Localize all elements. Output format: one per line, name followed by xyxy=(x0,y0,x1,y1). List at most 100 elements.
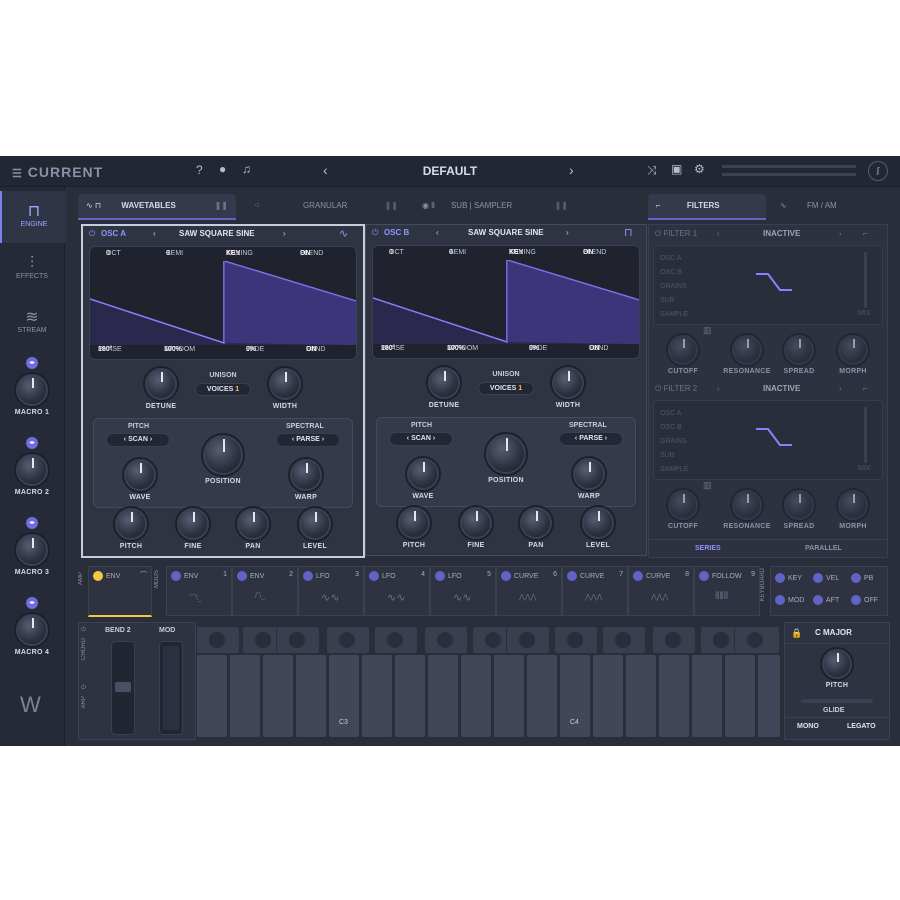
white-key[interactable] xyxy=(394,654,426,738)
mod-source-badge[interactable] xyxy=(303,571,313,581)
power-icon[interactable]: ⏻ xyxy=(81,627,91,634)
kb-source[interactable]: KEY xyxy=(788,575,802,582)
mod-slot-1[interactable]: ENV 1 ⌒\_ xyxy=(166,566,232,616)
pan-control[interactable]: PAN xyxy=(516,507,556,549)
fine-knob[interactable] xyxy=(177,508,209,540)
mod-slot-9[interactable]: FOLLOW 9 ⦀⦀⦀ xyxy=(694,566,760,616)
width-knob[interactable] xyxy=(552,367,584,399)
parse-selector[interactable]: ‹ PARSE › xyxy=(559,432,623,446)
tab-granular[interactable]: ⁘ GRANULAR ❚❚ xyxy=(246,194,406,218)
pitch-knob[interactable] xyxy=(398,507,430,539)
white-key[interactable] xyxy=(592,654,624,738)
mod-slot-8[interactable]: CURVE 8 ⋀⋀⋀ xyxy=(628,566,694,616)
spread-knob[interactable] xyxy=(784,335,814,365)
black-key[interactable] xyxy=(734,626,780,654)
mod-source-badge[interactable] xyxy=(237,571,247,581)
cutoff-knob[interactable] xyxy=(668,335,698,365)
white-key[interactable] xyxy=(295,654,327,738)
fine-control[interactable]: FINE xyxy=(173,508,213,550)
pitch-control[interactable]: PITCH xyxy=(394,507,434,549)
mod-source-badge[interactable] xyxy=(775,573,785,583)
black-key[interactable] xyxy=(554,626,598,654)
source-item[interactable]: OSC B xyxy=(660,266,688,280)
next-wavetable-button[interactable]: › xyxy=(566,225,569,241)
spread-control[interactable]: SPREAD xyxy=(779,335,819,375)
tuning-param[interactable]: TUNING KEY xyxy=(509,249,536,256)
power-icon[interactable]: ∫ xyxy=(868,161,888,181)
pitch-knob[interactable] xyxy=(115,508,147,540)
help-icon[interactable]: ? xyxy=(196,163,203,177)
mod-source-badge[interactable] xyxy=(567,571,577,581)
black-key[interactable] xyxy=(374,626,418,654)
gear-icon[interactable]: ⚙ xyxy=(694,162,705,176)
legato-button[interactable]: LEGATO xyxy=(847,723,876,730)
black-key[interactable] xyxy=(326,626,370,654)
pan-knob[interactable] xyxy=(237,508,269,540)
detune-knob[interactable] xyxy=(145,368,177,400)
mod-slot-4[interactable]: LFO 4 ∿∿ xyxy=(364,566,430,616)
white-key[interactable] xyxy=(724,654,756,738)
black-key[interactable] xyxy=(506,626,550,654)
wave-knob[interactable] xyxy=(407,458,439,490)
chord-toggle[interactable]: ⏻ CHORD xyxy=(81,627,91,687)
mod-slot-6[interactable]: CURVE 6 ⋀⋀⋀ xyxy=(496,566,562,616)
phase-param[interactable]: PHASE 180° xyxy=(98,346,122,353)
mod-source-badge[interactable] xyxy=(633,571,643,581)
warp-control[interactable]: WARP xyxy=(286,459,326,501)
tab-filters[interactable]: ⌐ FILTERS xyxy=(648,194,766,220)
power-icon[interactable]: ⏻ xyxy=(89,226,95,242)
macro-knob[interactable] xyxy=(16,454,48,486)
phase-param[interactable]: PHASE 180° xyxy=(381,345,405,352)
amp-env-slot[interactable]: ENV ⌒ xyxy=(88,566,152,617)
black-key[interactable] xyxy=(652,626,696,654)
wavetable-name[interactable]: SAW SQUARE SINE xyxy=(468,225,544,241)
piano-keyboard[interactable]: C3 C4 xyxy=(196,626,781,738)
black-key[interactable] xyxy=(424,626,468,654)
pitch-bend-wheel[interactable] xyxy=(111,641,135,735)
pitch-control[interactable]: PITCH xyxy=(111,508,151,550)
level-knob[interactable] xyxy=(299,508,331,540)
filter-1-display[interactable]: OSC A OSC B GRAINS SUB SAMPLE MIX xyxy=(653,245,883,325)
spread-knob[interactable] xyxy=(784,490,814,520)
pitch-control[interactable]: PITCH xyxy=(817,649,857,689)
link-icon[interactable]: ▥ xyxy=(703,480,712,491)
power-icon[interactable]: ⏻ xyxy=(655,229,661,238)
semi-param[interactable]: SEMI 0 xyxy=(449,249,466,256)
white-key[interactable] xyxy=(460,654,492,738)
detune-control[interactable]: DETUNE xyxy=(424,367,464,409)
morph-knob[interactable] xyxy=(838,335,868,365)
mod-slot-5[interactable]: LFO 5 ∿∿ xyxy=(430,566,496,616)
cutoff-control[interactable]: CUTOFF xyxy=(663,490,703,530)
source-item[interactable]: OSC A xyxy=(660,252,688,266)
white-key[interactable] xyxy=(196,654,228,738)
position-knob[interactable] xyxy=(203,435,243,475)
mod-source-badge[interactable] xyxy=(93,571,103,581)
resonance-knob[interactable] xyxy=(732,490,762,520)
random-param[interactable]: RANDOM 100% xyxy=(447,345,478,352)
wave-control[interactable]: WAVE xyxy=(403,458,443,500)
white-key-c4[interactable]: C4 xyxy=(559,654,591,738)
fine-knob[interactable] xyxy=(460,507,492,539)
kb-source[interactable]: AFT xyxy=(826,597,839,604)
macro-2[interactable]: ◂▸ MACRO 2 xyxy=(10,437,54,496)
morph-control[interactable]: MORPH xyxy=(833,490,873,530)
voices-selector[interactable]: VOICES 1 xyxy=(195,383,251,396)
kb-source[interactable]: PB xyxy=(864,575,873,582)
square-icon[interactable]: ⊓ xyxy=(624,225,633,241)
resonance-knob[interactable] xyxy=(732,335,762,365)
width-control[interactable]: WIDTH xyxy=(548,367,588,409)
fade-param[interactable]: FADE 0% xyxy=(246,346,264,353)
mix-slider[interactable] xyxy=(864,252,867,308)
white-key[interactable] xyxy=(526,654,558,738)
cutoff-control[interactable]: CUTOFF xyxy=(663,335,703,375)
blend-param[interactable]: BLEND ON xyxy=(300,250,323,257)
kb-source[interactable]: VEL xyxy=(826,575,839,582)
width-knob[interactable] xyxy=(269,368,301,400)
kb-source[interactable]: OFF xyxy=(864,597,878,604)
pause-icon[interactable]: ❚❚ xyxy=(385,194,398,218)
white-key[interactable] xyxy=(658,654,690,738)
parallel-button[interactable]: PARALLEL xyxy=(805,545,842,552)
white-key[interactable] xyxy=(229,654,261,738)
mix-slider[interactable] xyxy=(864,407,867,463)
macro-mod-badge[interactable]: ◂▸ xyxy=(26,437,38,449)
